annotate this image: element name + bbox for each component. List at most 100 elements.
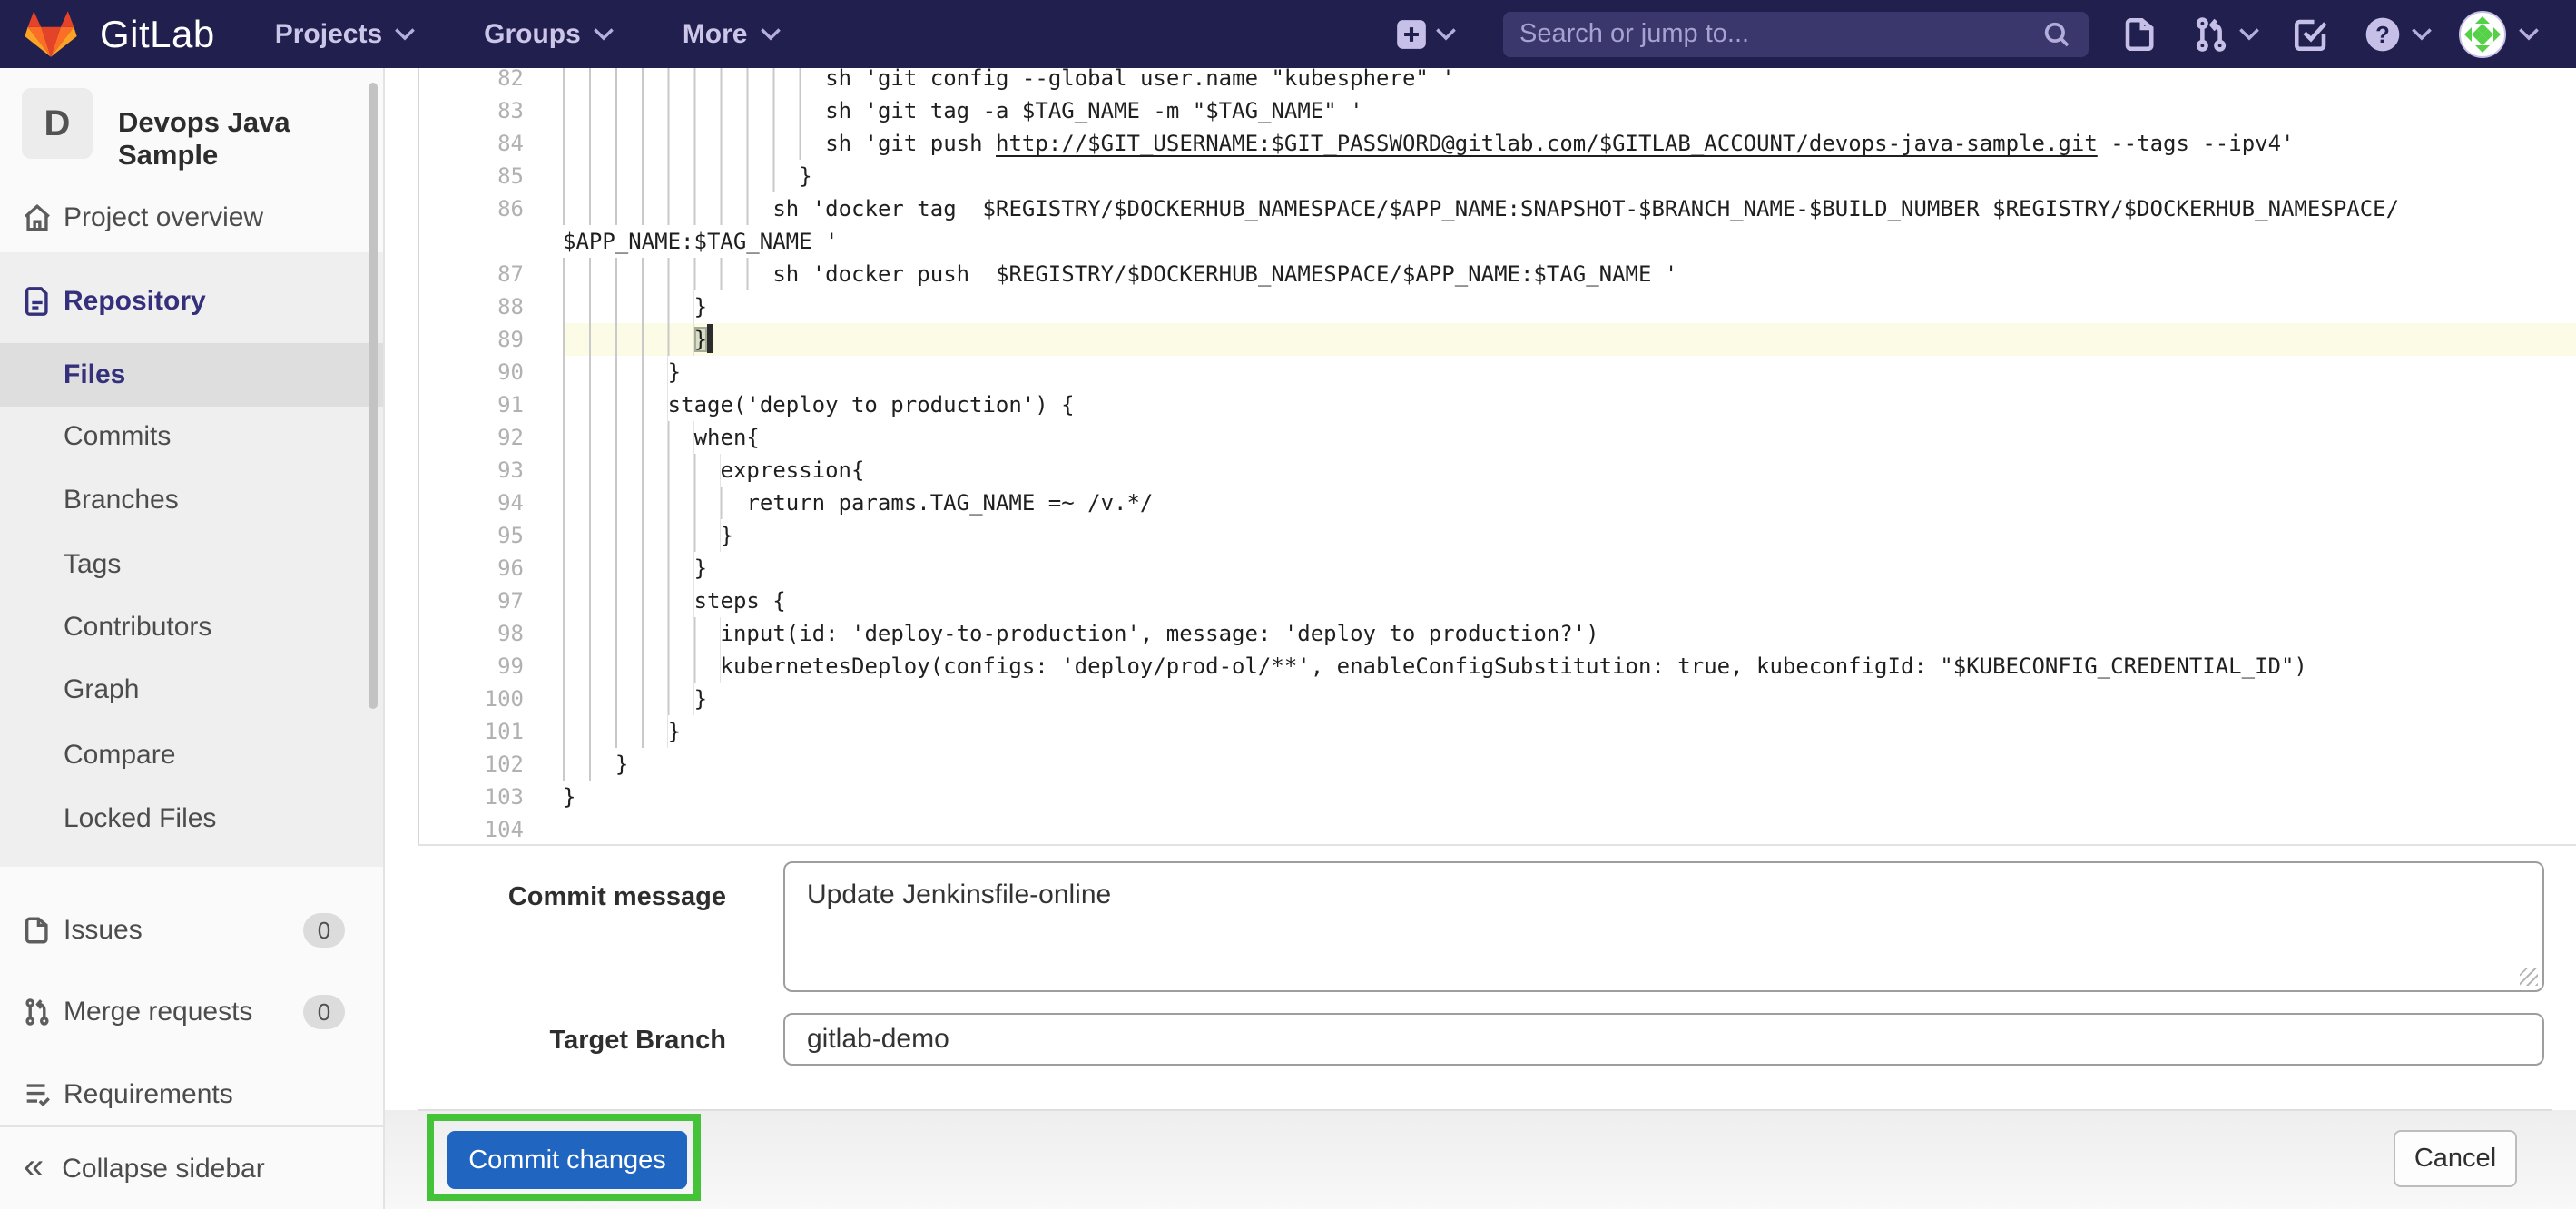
code-row[interactable]: 86 sh 'docker tag $REGISTRY/$DOCKERHUB_NA… (419, 192, 2576, 225)
code-line: } (563, 356, 2576, 388)
textarea-resize-handle[interactable] (2520, 968, 2538, 986)
code-row[interactable]: 101} (419, 715, 2576, 748)
sidebar-item-graph[interactable]: Graph (0, 658, 383, 722)
code-row[interactable]: 92when{ (419, 421, 2576, 454)
chevron-down-icon (2412, 28, 2432, 41)
top-navbar: GitLab Projects Groups More Search or ju… (0, 0, 2576, 68)
cancel-button[interactable]: Cancel (2394, 1130, 2517, 1187)
code-row[interactable]: 104 (419, 813, 2576, 846)
commit-changes-button[interactable]: Commit changes (447, 1131, 687, 1189)
code-row[interactable]: 87sh 'docker push $REGISTRY/$DOCKERHUB_N… (419, 258, 2576, 290)
code-line: sh 'git push http://$GIT_USERNAME:$GIT_P… (563, 127, 2576, 160)
code-line: } (563, 781, 2576, 813)
search-placeholder: Search or jump to... (1519, 19, 2041, 49)
code-link: http://$GIT_USERNAME:$GIT_PASSWORD@gitla… (996, 131, 2098, 156)
line-number: 86 (419, 192, 524, 225)
code-line: } (563, 519, 2576, 552)
search-input[interactable]: Search or jump to... (1503, 12, 2089, 57)
code-row[interactable]: 99kubernetesDeploy(configs: 'deploy/prod… (419, 650, 2576, 683)
code-row[interactable]: 82sh 'git config --global user.name "kub… (419, 68, 2576, 94)
chevron-down-icon (2519, 28, 2539, 41)
text-cursor (707, 324, 713, 353)
line-number (419, 225, 524, 258)
line-number: 99 (419, 650, 524, 683)
code-line: sh 'docker tag $REGISTRY/$DOCKERHUB_NAME… (563, 192, 2576, 225)
code-row[interactable]: 93expression{ (419, 454, 2576, 487)
line-number: 89 (419, 323, 524, 356)
doc-text-icon (22, 286, 64, 317)
todos-icon[interactable] (2292, 15, 2330, 54)
code-line: input(id: 'deploy-to-production', messag… (563, 617, 2576, 650)
sidebar-item-merge-requests[interactable]: Merge requests 0 (0, 978, 385, 1046)
code-line: } (563, 748, 2576, 781)
form-footer (385, 1110, 2576, 1209)
code-row[interactable]: 83sh 'git tag -a $TAG_NAME -m "$TAG_NAME… (419, 94, 2576, 127)
code-row[interactable]: 91stage('deploy to production') { (419, 388, 2576, 421)
project-name[interactable]: Devops Java Sample (118, 106, 383, 172)
file-editor[interactable]: 82sh 'git config --global user.name "kub… (418, 68, 2576, 846)
chevron-down-icon (395, 28, 415, 41)
chevron-down-icon (594, 28, 614, 41)
sidebar-scrollbar[interactable] (369, 83, 378, 709)
gitlab-logo[interactable]: GitLab (24, 9, 215, 60)
collapse-sidebar-button[interactable]: « Collapse sidebar (0, 1135, 383, 1203)
chevron-down-icon (1436, 28, 1456, 41)
sidebar-item-compare[interactable]: Compare (0, 723, 383, 787)
code-row[interactable]: 98input(id: 'deploy-to-production', mess… (419, 617, 2576, 650)
code-line: } (563, 160, 2576, 192)
sidebar-item-branches[interactable]: Branches (0, 468, 383, 532)
sidebar-item-locked-files[interactable]: Locked Files (0, 787, 383, 850)
line-number: 96 (419, 552, 524, 585)
code-row[interactable]: 95} (419, 519, 2576, 552)
sidebar-item-files[interactable]: Files (0, 343, 383, 407)
target-branch-input[interactable] (783, 1013, 2544, 1066)
line-number: 93 (419, 454, 524, 487)
sidebar-item-repository[interactable]: Repository (0, 268, 385, 335)
code-row[interactable]: 97steps { (419, 585, 2576, 617)
target-branch-label: Target Branch (418, 1026, 726, 1056)
code-line: } (563, 323, 2576, 356)
line-number: 95 (419, 519, 524, 552)
sidebar-item-requirements[interactable]: Requirements (0, 1061, 385, 1128)
sidebar-item-tags[interactable]: Tags (0, 533, 383, 596)
sidebar-item-contributors[interactable]: Contributors (0, 595, 383, 659)
new-item-button[interactable] (1394, 17, 1456, 52)
line-number: 103 (419, 781, 524, 813)
code-row[interactable]: 88} (419, 290, 2576, 323)
code-row[interactable]: 90} (419, 356, 2576, 388)
sidebar-item-issues[interactable]: Issues 0 (0, 897, 385, 964)
sidebar-item-project-overview[interactable]: Project overview (0, 184, 385, 251)
project-avatar[interactable]: D (22, 88, 93, 159)
merge-requests-count-badge: 0 (303, 995, 345, 1029)
menu-groups[interactable]: Groups (484, 19, 614, 50)
merge-requests-menu[interactable] (2192, 15, 2259, 54)
code-row[interactable]: $APP_NAME:$TAG_NAME ' (419, 225, 2576, 258)
code-line: return params.TAG_NAME =~ /v.*/ (563, 487, 2576, 519)
line-number: 82 (419, 68, 524, 94)
line-number: 101 (419, 715, 524, 748)
line-number: 87 (419, 258, 524, 290)
code-row[interactable]: 89} (419, 323, 2576, 356)
commit-message-input[interactable]: Update Jenkinsfile-online (783, 861, 2544, 992)
code-row[interactable]: 94 return params.TAG_NAME =~ /v.*/ (419, 487, 2576, 519)
code-row[interactable]: 96} (419, 552, 2576, 585)
menu-projects[interactable]: Projects (275, 19, 415, 50)
menu-more[interactable]: More (683, 19, 781, 50)
line-number: 90 (419, 356, 524, 388)
code-row[interactable]: 102} (419, 748, 2576, 781)
gitlab-wordmark: GitLab (100, 13, 215, 56)
chevron-down-icon (2239, 28, 2259, 41)
code-line: } (563, 715, 2576, 748)
line-number: 94 (419, 487, 524, 519)
sidebar-item-commits[interactable]: Commits (0, 405, 383, 468)
help-menu[interactable]: ? (2363, 15, 2432, 54)
code-line: stage('deploy to production') { (563, 388, 2576, 421)
code-line: sh 'git tag -a $TAG_NAME -m "$TAG_NAME" … (563, 94, 2576, 127)
code-row[interactable]: 100} (419, 683, 2576, 715)
code-row[interactable]: 103} (419, 781, 2576, 813)
issues-icon[interactable] (2121, 15, 2159, 54)
user-menu[interactable] (2459, 11, 2539, 58)
code-row[interactable]: 84sh 'git push http://$GIT_USERNAME:$GIT… (419, 127, 2576, 160)
code-row[interactable]: 85} (419, 160, 2576, 192)
code-line: $APP_NAME:$TAG_NAME ' (563, 225, 2576, 258)
